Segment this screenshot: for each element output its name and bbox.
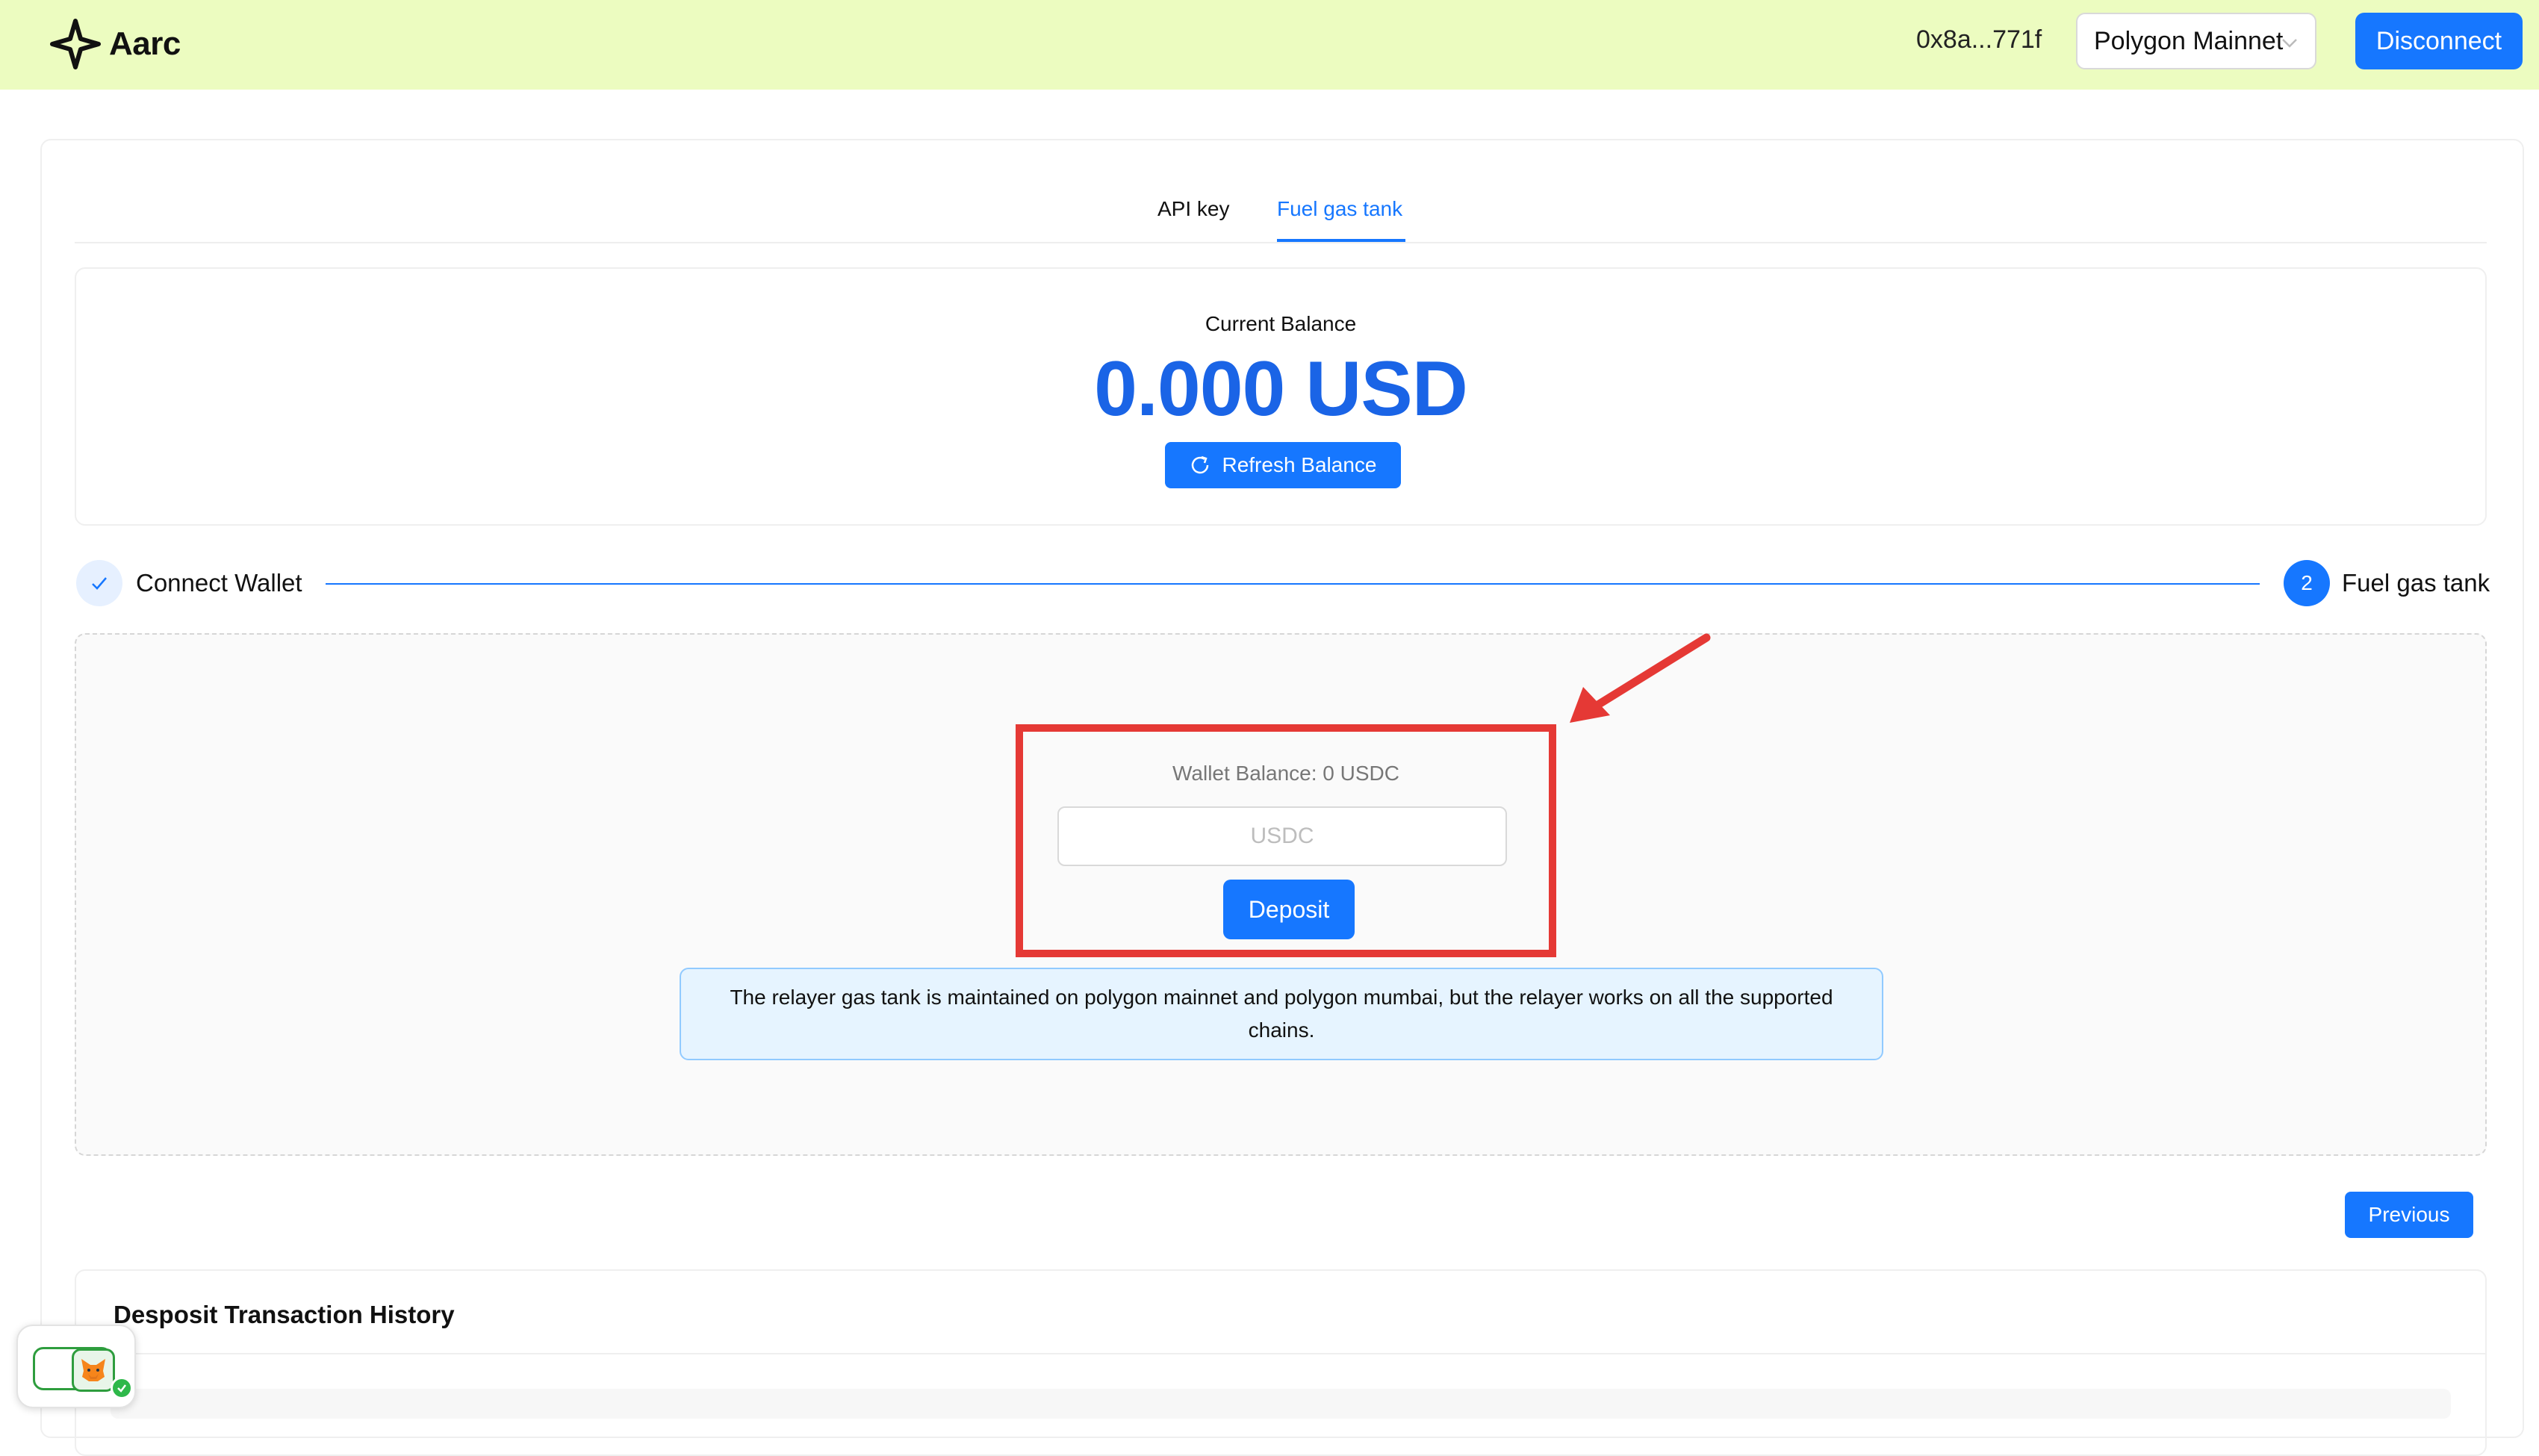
info-text-line-1: The relayer gas tank is maintained on po… (730, 986, 1833, 1009)
current-balance-label: Current Balance (1205, 312, 1357, 335)
deposit-highlight-box: Wallet Balance: 0 USDC Deposit (1016, 724, 1556, 957)
usdc-amount-input[interactable] (1057, 806, 1507, 866)
relayer-info-alert: The relayer gas tank is maintained on po… (680, 968, 1883, 1060)
wallet-address: 0x8a...771f (1916, 25, 2042, 54)
deposit-history-card: Desposit Transaction History (75, 1269, 2487, 1456)
top-header: Aarc 0x8a...771f Polygon Mainnet Disconn… (0, 0, 2539, 90)
brand-logo[interactable]: Aarc (49, 18, 181, 70)
step-connect-wallet[interactable]: Connect Wallet (136, 569, 302, 597)
previous-button[interactable]: Previous (2345, 1192, 2473, 1238)
tab-bar: API key Fuel gas tank (75, 194, 2487, 243)
wallet-extension-widget[interactable] (16, 1325, 136, 1408)
refresh-balance-label: Refresh Balance (1222, 453, 1377, 476)
disconnect-button[interactable]: Disconnect (2355, 13, 2523, 69)
network-select[interactable]: Polygon Mainnet (2076, 13, 2316, 69)
wallet-balance: Wallet Balance: 0 USDC (1172, 762, 1399, 785)
refresh-icon (1192, 455, 1209, 474)
aarc-star-icon (50, 19, 101, 69)
refresh-balance-button[interactable]: Refresh Balance (1165, 442, 1401, 488)
step-connect-wallet-indicator (76, 560, 122, 606)
chevron-down-icon (2282, 39, 2297, 48)
info-text-line-2: chains. (1248, 1018, 1315, 1042)
tab-api-key[interactable]: API key (1157, 197, 1229, 221)
deposit-button[interactable]: Deposit (1223, 880, 1355, 939)
brand-name: Aarc (109, 25, 181, 62)
balance-card: Current Balance 0.000 USD Refresh Balanc… (75, 267, 2487, 526)
metamask-fox-icon (72, 1348, 115, 1392)
history-divider (76, 1353, 2485, 1354)
current-balance-value: 0.000 USD (1094, 346, 1468, 432)
history-title: Desposit Transaction History (114, 1301, 455, 1328)
network-select-value: Polygon Mainnet (2094, 26, 2284, 55)
connected-check-icon (111, 1377, 133, 1399)
step-fuel-gas-tank-indicator: 2 (2284, 560, 2330, 606)
step-connector (326, 583, 2260, 585)
tab-fuel-gas-tank[interactable]: Fuel gas tank (1277, 197, 1402, 221)
active-tab-indicator (1277, 239, 1405, 242)
check-icon (92, 577, 107, 590)
history-table-header (111, 1389, 2451, 1419)
step-fuel-gas-tank[interactable]: Fuel gas tank (2342, 569, 2490, 597)
red-arrow-icon (1570, 633, 1711, 723)
